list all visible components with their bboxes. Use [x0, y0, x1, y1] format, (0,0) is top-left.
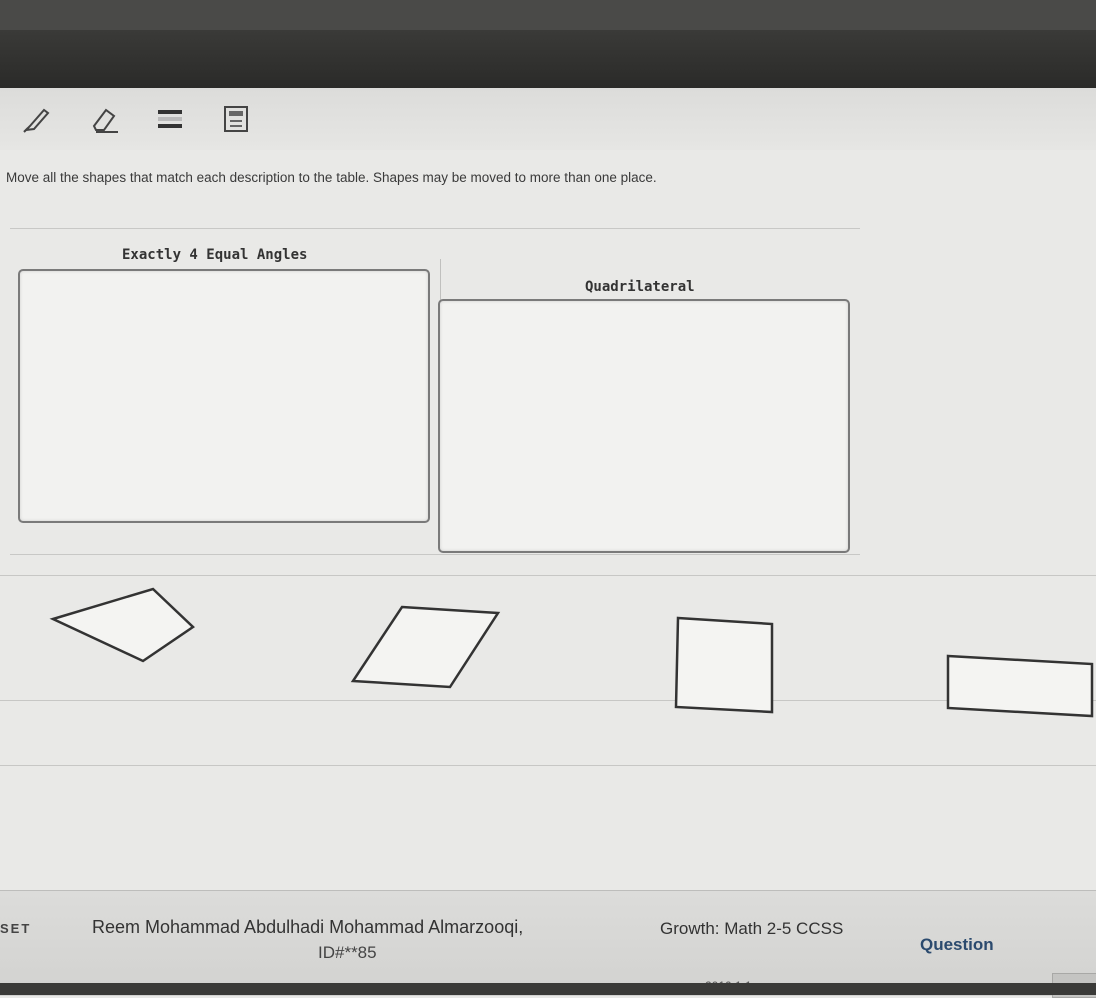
monitor-bezel-edge — [0, 30, 1096, 90]
question-instructions: Move all the shapes that match each desc… — [6, 170, 657, 185]
kite-shape[interactable] — [45, 585, 200, 667]
monitor-bezel-top — [0, 0, 1096, 30]
question-link[interactable]: Question — [920, 935, 994, 955]
column-header-quadrilateral: Quadrilateral — [585, 279, 695, 295]
content-divider — [0, 765, 1096, 766]
column-header-equal-angles: Exactly 4 Equal Angles — [122, 247, 308, 263]
calculator-icon — [224, 106, 248, 132]
drop-zone-equal-angles[interactable] — [18, 269, 430, 523]
set-label: SET — [0, 921, 32, 936]
shape-bank-bottom-divider — [0, 700, 1096, 701]
square-shape[interactable] — [670, 612, 780, 718]
line-reader-tool-button[interactable] — [152, 102, 188, 136]
pencil-icon — [23, 108, 50, 133]
course-name: Growth: Math 2-5 CCSS — [660, 919, 844, 938]
calculator-tool-button[interactable] — [218, 102, 254, 136]
rectangle-shape[interactable] — [940, 650, 1096, 722]
line-reader-icon — [158, 110, 182, 128]
pencil-tool-button[interactable] — [20, 102, 56, 136]
student-name: Reem Mohammad Abdulhadi Mohammad Almarzo… — [92, 917, 524, 937]
shape-bank-top-divider — [0, 575, 1096, 576]
sorting-table: Exactly 4 Equal Angles Quadrilateral — [10, 228, 860, 555]
tool-bar — [0, 88, 1096, 150]
drop-zone-quadrilateral[interactable] — [438, 299, 850, 553]
monitor-bezel-bottom — [0, 983, 1096, 995]
student-id: ID#**85 — [318, 943, 377, 962]
eraser-tool-button[interactable] — [86, 102, 122, 136]
parallelogram-shape[interactable] — [345, 603, 505, 691]
status-footer: SET Reem Mohammad Abdulhadi Mohammad Alm… — [0, 890, 1096, 998]
eraser-icon — [92, 108, 118, 133]
